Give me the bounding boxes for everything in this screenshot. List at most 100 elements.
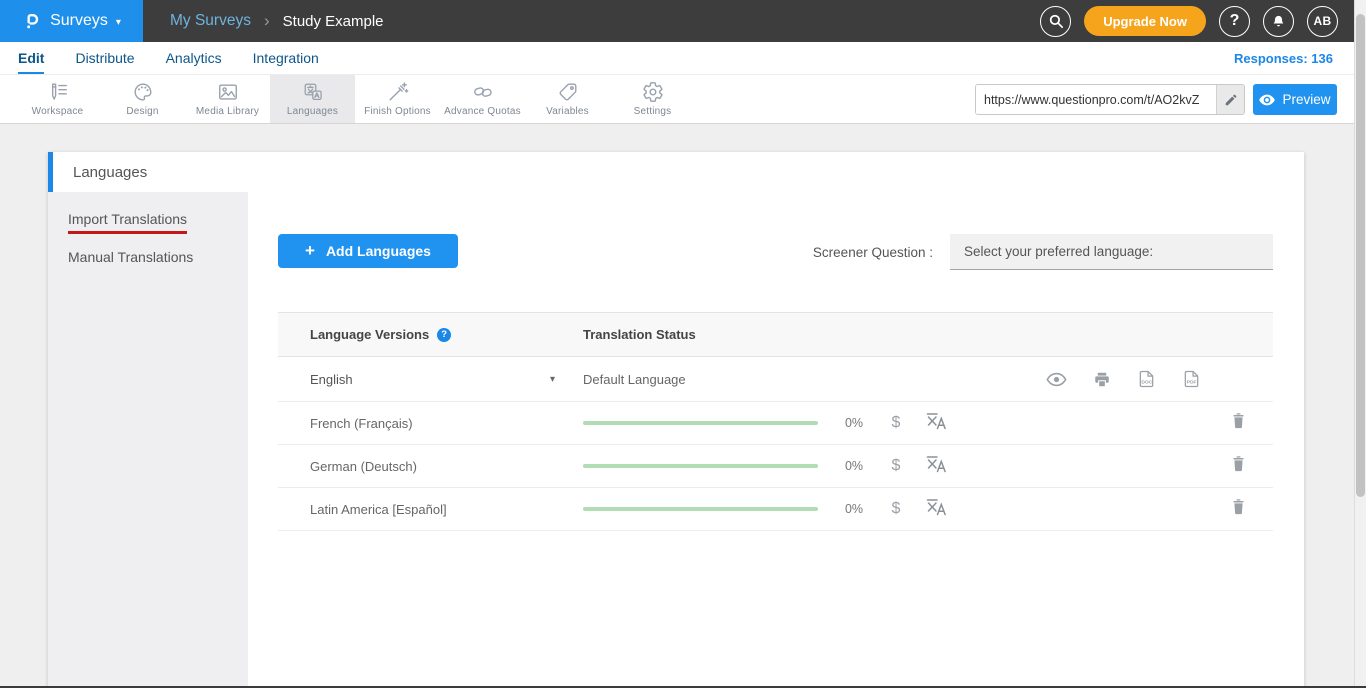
default-language-name: English bbox=[310, 372, 353, 387]
panel-title: Languages bbox=[48, 152, 1304, 192]
table-row-language: German (Deutsch) 0% $ bbox=[278, 445, 1273, 488]
workspace-icon bbox=[47, 81, 69, 103]
export-doc-button[interactable]: DOC bbox=[1137, 369, 1156, 389]
responses-count[interactable]: Responses: 136 bbox=[1234, 42, 1333, 75]
trash-icon bbox=[1231, 412, 1246, 429]
language-name: French (Français) bbox=[310, 416, 413, 431]
auto-translate-icon[interactable] bbox=[926, 455, 948, 478]
toolbar-item-variables[interactable]: Variables bbox=[525, 75, 610, 123]
survey-url-input[interactable] bbox=[976, 85, 1216, 114]
chevron-down-icon[interactable]: ▾ bbox=[550, 374, 555, 385]
search-button[interactable] bbox=[1040, 6, 1071, 37]
doc-file-icon: DOC bbox=[1137, 369, 1156, 389]
eye-icon bbox=[1259, 94, 1275, 106]
delete-language-button[interactable] bbox=[1231, 412, 1246, 434]
search-icon bbox=[1048, 13, 1064, 29]
actions-row: + Add Languages Screener Question : Sele… bbox=[248, 192, 1304, 270]
paid-translation-icon[interactable]: $ bbox=[888, 457, 904, 475]
palette-icon bbox=[132, 81, 154, 103]
questionpro-logo-icon bbox=[22, 10, 42, 32]
survey-nav: Edit Distribute Analytics Integration Re… bbox=[0, 42, 1366, 75]
chevron-down-icon: ▾ bbox=[116, 17, 121, 28]
toolbar-item-settings[interactable]: Settings bbox=[610, 75, 695, 123]
translation-progress-bar bbox=[583, 507, 818, 511]
edit-toolbar: Workspace Design Media Library Languages bbox=[0, 75, 1366, 124]
column-language-versions: Language Versions bbox=[310, 327, 429, 342]
avatar[interactable]: AB bbox=[1307, 6, 1338, 37]
survey-url-group bbox=[975, 84, 1245, 115]
print-button[interactable] bbox=[1093, 371, 1111, 388]
toolbar-item-languages[interactable]: Languages bbox=[270, 75, 355, 123]
printer-icon bbox=[1093, 371, 1111, 388]
question-mark-icon: ? bbox=[1230, 12, 1240, 30]
notifications-button[interactable] bbox=[1263, 6, 1294, 37]
breadcrumb-current: Study Example bbox=[283, 13, 384, 30]
trash-icon bbox=[1231, 498, 1246, 515]
eye-icon bbox=[1046, 372, 1067, 387]
scrollbar-thumb[interactable] bbox=[1356, 14, 1365, 497]
delete-language-button[interactable] bbox=[1231, 455, 1246, 477]
trash-icon bbox=[1231, 455, 1246, 472]
breadcrumb: My Surveys › Study Example bbox=[170, 0, 384, 42]
auto-translate-icon[interactable] bbox=[926, 498, 948, 521]
help-tooltip-icon[interactable]: ? bbox=[437, 328, 451, 342]
column-translation-status: Translation Status bbox=[583, 327, 1273, 342]
auto-translate-icon[interactable] bbox=[926, 412, 948, 435]
toolbar-item-workspace[interactable]: Workspace bbox=[15, 75, 100, 123]
table-row-language: Latin America [Español] 0% $ bbox=[278, 488, 1273, 531]
languages-panel: Languages Import Translations Manual Tra… bbox=[48, 152, 1304, 688]
translate-icon bbox=[302, 81, 324, 103]
screener-question-group: Screener Question : Select your preferre… bbox=[813, 234, 1273, 270]
header-actions: Upgrade Now ? AB bbox=[1040, 0, 1338, 42]
gear-icon bbox=[642, 81, 664, 103]
language-name: Latin America [Español] bbox=[310, 502, 447, 517]
product-switcher[interactable]: Surveys ▾ bbox=[0, 0, 143, 42]
image-icon bbox=[217, 81, 239, 103]
upgrade-button[interactable]: Upgrade Now bbox=[1084, 6, 1206, 36]
preview-button[interactable]: Preview bbox=[1253, 84, 1337, 115]
tab-edit[interactable]: Edit bbox=[18, 42, 44, 74]
view-survey-button[interactable] bbox=[1046, 372, 1067, 387]
help-button[interactable]: ? bbox=[1219, 6, 1250, 37]
toolbar-item-finish-options[interactable]: Finish Options bbox=[355, 75, 440, 123]
magic-wand-icon bbox=[387, 81, 409, 103]
sidebar-item-import-translations[interactable]: Import Translations bbox=[48, 200, 248, 238]
product-name: Surveys bbox=[50, 12, 108, 30]
languages-sidebar: Import Translations Manual Translations bbox=[48, 192, 248, 688]
paid-translation-icon[interactable]: $ bbox=[888, 500, 904, 518]
toolbar-item-advance-quotas[interactable]: Advance Quotas bbox=[440, 75, 525, 123]
sidebar-item-manual-translations[interactable]: Manual Translations bbox=[48, 238, 248, 276]
svg-text:DOC: DOC bbox=[1141, 379, 1152, 385]
tab-distribute[interactable]: Distribute bbox=[75, 42, 134, 74]
tab-integration[interactable]: Integration bbox=[253, 42, 319, 74]
tab-analytics[interactable]: Analytics bbox=[166, 42, 222, 74]
add-languages-button[interactable]: + Add Languages bbox=[278, 234, 458, 268]
translation-progress-bar bbox=[583, 421, 818, 425]
screener-question-select[interactable]: Select your preferred language: bbox=[950, 234, 1273, 270]
table-row-language: French (Français) 0% $ bbox=[278, 402, 1273, 445]
translation-progress-value: 0% bbox=[832, 502, 876, 516]
export-pdf-button[interactable]: PDF bbox=[1182, 369, 1201, 389]
language-name: German (Deutsch) bbox=[310, 459, 417, 474]
breadcrumb-parent-link[interactable]: My Surveys bbox=[170, 12, 251, 30]
paid-translation-icon[interactable]: $ bbox=[888, 414, 904, 432]
default-language-actions: DOC PDF bbox=[1046, 369, 1201, 389]
toolbar-item-media-library[interactable]: Media Library bbox=[185, 75, 270, 123]
translation-progress-value: 0% bbox=[832, 459, 876, 473]
translation-progress-value: 0% bbox=[832, 416, 876, 430]
tag-icon bbox=[557, 81, 579, 103]
edit-url-button[interactable] bbox=[1216, 85, 1244, 114]
default-language-status: Default Language bbox=[583, 372, 686, 387]
svg-text:PDF: PDF bbox=[1187, 379, 1197, 385]
page-scrollbar bbox=[1354, 0, 1366, 688]
toolbar-item-design[interactable]: Design bbox=[100, 75, 185, 123]
table-header: Language Versions ? Translation Status bbox=[278, 312, 1273, 357]
delete-language-button[interactable] bbox=[1231, 498, 1246, 520]
breadcrumb-separator-icon: › bbox=[264, 11, 270, 31]
translation-progress-bar bbox=[583, 464, 818, 468]
plus-icon: + bbox=[305, 241, 315, 261]
chain-links-icon bbox=[472, 81, 494, 103]
pencil-icon bbox=[1224, 93, 1238, 107]
top-header: Surveys ▾ My Surveys › Study Example Upg… bbox=[0, 0, 1366, 42]
pdf-file-icon: PDF bbox=[1182, 369, 1201, 389]
